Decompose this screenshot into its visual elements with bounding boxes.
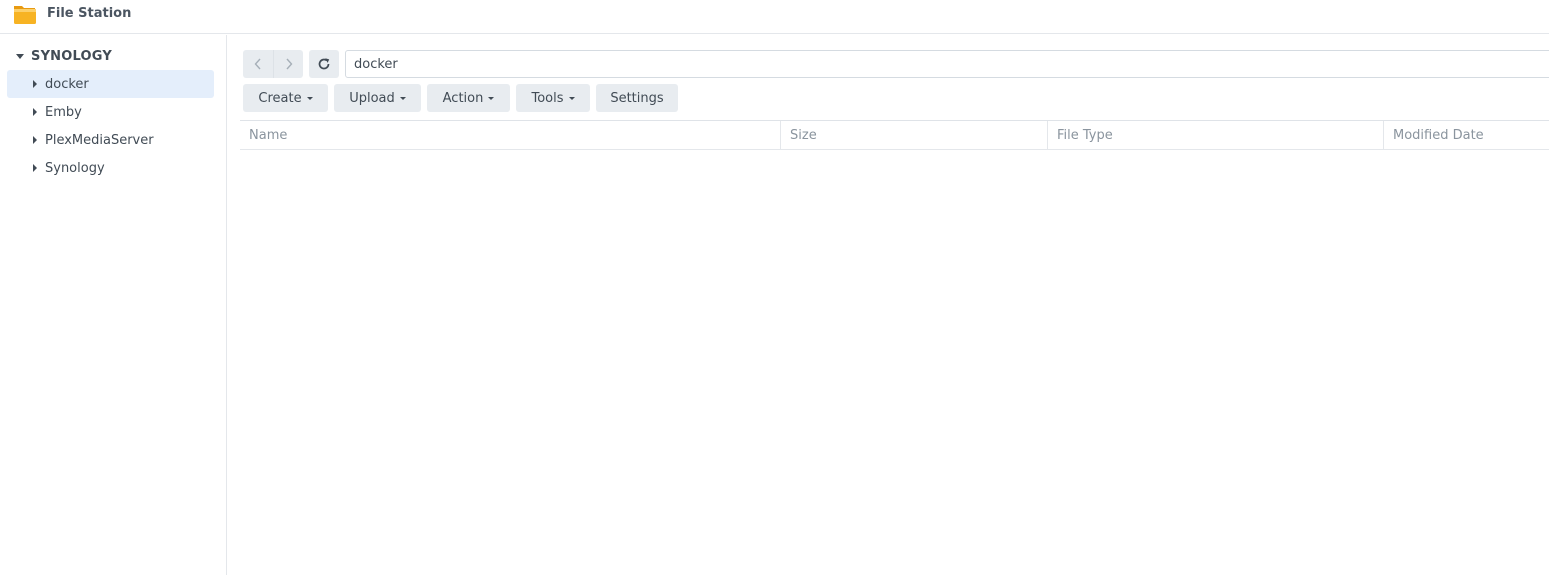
- create-label: Create: [258, 90, 302, 106]
- sidebar-item-label: PlexMediaServer: [45, 132, 154, 148]
- sidebar-item-label: Synology: [45, 160, 105, 176]
- column-header-file-type[interactable]: File Type: [1047, 121, 1383, 150]
- create-button[interactable]: Create: [243, 84, 328, 112]
- refresh-icon: [318, 58, 330, 70]
- column-header-name[interactable]: Name: [240, 121, 780, 150]
- settings-label: Settings: [610, 90, 664, 106]
- tree-root-label: SYNOLOGY: [31, 48, 112, 64]
- caret-right-icon[interactable]: [33, 108, 37, 116]
- caret-right-icon[interactable]: [33, 136, 37, 144]
- chevron-right-icon: [285, 58, 292, 70]
- refresh-button[interactable]: [309, 50, 339, 78]
- dropdown-arrow-icon: [399, 97, 406, 100]
- path-input[interactable]: [345, 50, 1549, 78]
- column-header-modified-date[interactable]: Modified Date: [1383, 121, 1549, 150]
- action-label: Action: [442, 90, 484, 106]
- dropdown-arrow-icon: [488, 97, 495, 100]
- tools-label: Tools: [531, 90, 564, 106]
- upload-label: Upload: [349, 90, 395, 106]
- forward-button[interactable]: [273, 50, 303, 78]
- file-list-header: Name Size File Type Modified Date: [240, 120, 1549, 150]
- sidebar-item-plexmediaserver[interactable]: PlexMediaServer: [7, 126, 214, 154]
- settings-button[interactable]: Settings: [596, 84, 678, 112]
- column-header-size[interactable]: Size: [780, 121, 1047, 150]
- dropdown-arrow-icon: [306, 97, 313, 100]
- tree-root-synology[interactable]: SYNOLOGY: [16, 48, 112, 64]
- sidebar-item-docker[interactable]: docker: [7, 70, 214, 98]
- title-bar: File Station: [0, 0, 1549, 34]
- upload-button[interactable]: Upload: [334, 84, 421, 112]
- sidebar-item-synology[interactable]: Synology: [7, 154, 214, 182]
- back-button[interactable]: [243, 50, 273, 78]
- sidebar-item-emby[interactable]: Emby: [7, 98, 214, 126]
- folder-icon: [13, 3, 37, 25]
- action-button[interactable]: Action: [427, 84, 510, 112]
- dropdown-arrow-icon: [568, 97, 575, 100]
- caret-right-icon[interactable]: [33, 164, 37, 172]
- caret-right-icon[interactable]: [33, 80, 37, 88]
- app-title: File Station: [47, 6, 132, 21]
- tools-button[interactable]: Tools: [516, 84, 590, 112]
- main-panel: Create Upload Action Tools Settings Name…: [227, 35, 1549, 575]
- sidebar-item-label: Emby: [45, 104, 82, 120]
- chevron-left-icon: [254, 58, 261, 70]
- caret-down-icon[interactable]: [16, 53, 24, 59]
- sidebar-item-label: docker: [45, 76, 89, 92]
- sidebar: SYNOLOGY docker Emby PlexMediaServer Syn…: [0, 35, 227, 575]
